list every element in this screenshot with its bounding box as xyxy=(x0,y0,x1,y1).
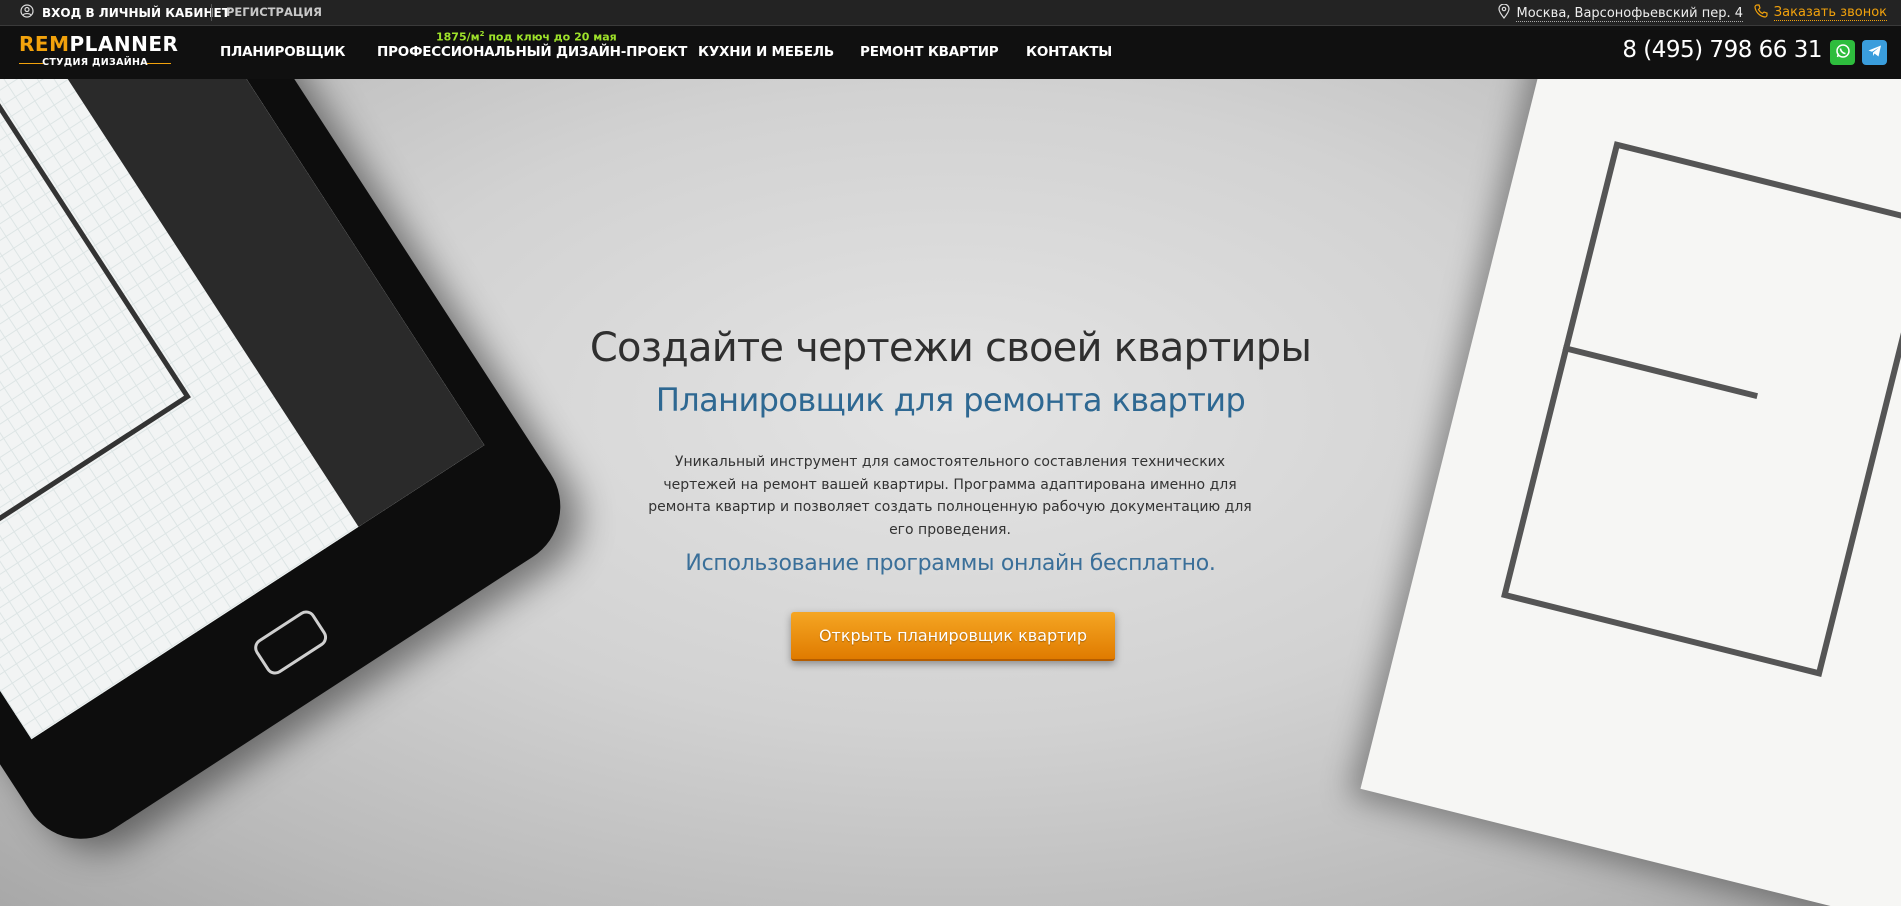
nav-item-renovation[interactable]: РЕМОНТ КВАРТИР xyxy=(860,44,999,60)
nav-item-contacts[interactable]: КОНТАКТЫ xyxy=(1026,44,1112,60)
whatsapp-button[interactable] xyxy=(1830,40,1855,65)
promo-price: 1875/м xyxy=(436,30,480,44)
logo[interactable]: REMPLANNER СТУДИЯ ДИЗАЙНА xyxy=(19,32,178,68)
hero-section: Создайте чертежи своей квартиры Планиров… xyxy=(0,79,1901,906)
phone-handset-icon xyxy=(1754,4,1768,22)
address-text: Москва, Варсонофьевский пер. 4 xyxy=(1516,5,1743,22)
open-planner-button[interactable]: Открыть планировщик квартир xyxy=(791,612,1115,661)
user-icon xyxy=(20,4,34,21)
location-pin-icon xyxy=(1498,3,1511,23)
nav-item-design-project[interactable]: ПРОФЕССИОНАЛЬНЫЙ ДИЗАЙН-ПРОЕКТ xyxy=(377,44,687,60)
address-link[interactable]: Москва, Варсонофьевский пер. 4 xyxy=(1498,3,1743,23)
nav-item-planner[interactable]: ПЛАНИРОВЩИК xyxy=(220,44,345,60)
telegram-icon xyxy=(1867,43,1883,63)
logo-subtitle: СТУДИЯ ДИЗАЙНА xyxy=(19,57,171,68)
blueprint-illustration xyxy=(1360,79,1901,906)
top-utility-bar: ВХОД В ЛИЧНЫЙ КАБИНЕТ РЕГИСТРАЦИЯ Москва… xyxy=(0,0,1901,26)
main-navbar: REMPLANNER СТУДИЯ ДИЗАЙНА 1875/м2 под кл… xyxy=(0,26,1901,79)
promo-label: 1875/м2 под ключ до 20 мая xyxy=(436,30,617,44)
topbar-divider xyxy=(211,4,212,21)
hero-subtitle: Планировщик для ремонта квартир xyxy=(655,381,1246,419)
register-link[interactable]: РЕГИСТРАЦИЯ xyxy=(226,5,322,19)
nav-item-kitchens[interactable]: КУХНИ И МЕБЕЛЬ xyxy=(698,44,834,60)
hero-description: Уникальный инструмент для самостоятельно… xyxy=(648,454,1252,538)
hero-title: Создайте чертежи своей квартиры xyxy=(589,325,1312,371)
phone-number[interactable]: 8 (495) 798 66 31 xyxy=(1622,37,1822,63)
logo-brand-planner: PLANNER xyxy=(69,32,179,56)
logo-brand-rem: REM xyxy=(19,32,70,56)
login-label: ВХОД В ЛИЧНЫЙ КАБИНЕТ xyxy=(42,5,230,20)
telegram-button[interactable] xyxy=(1862,40,1887,65)
tablet-illustration xyxy=(0,79,584,862)
whatsapp-icon xyxy=(1835,43,1851,63)
login-link[interactable]: ВХОД В ЛИЧНЫЙ КАБИНЕТ xyxy=(20,4,230,21)
hero-free-note: Использование программы онлайн бесплатно… xyxy=(685,551,1216,576)
logo-brand: REMPLANNER xyxy=(19,32,178,56)
promo-text: под ключ до 20 мая xyxy=(484,30,617,44)
callback-label: Заказать звонок xyxy=(1773,5,1887,21)
callback-link[interactable]: Заказать звонок xyxy=(1754,4,1887,22)
